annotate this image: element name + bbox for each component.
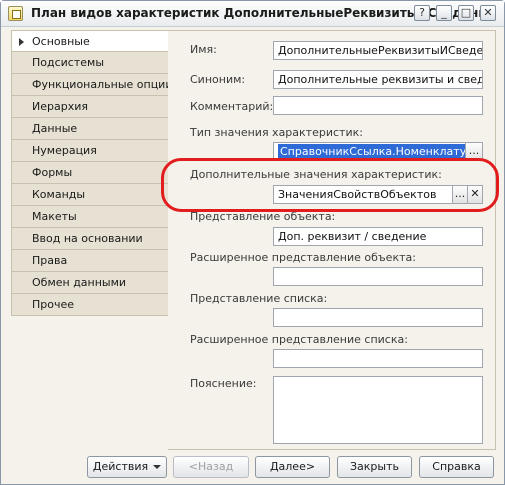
value-type-value: СправочникСсылка.Номенклатура, П <box>278 144 465 159</box>
extended-list-presentation-field[interactable] <box>273 349 483 368</box>
tab-other[interactable]: Прочее <box>11 294 169 316</box>
tab-list: Основные Подсистемы Функциональные опции… <box>11 30 173 316</box>
tab-rights[interactable]: Права <box>11 250 169 272</box>
actions-button-label: Действия <box>92 460 149 473</box>
title-bar: План видов характеристик ДополнительныеР… <box>1 1 504 27</box>
tab-label: Формы <box>32 166 73 179</box>
tab-templates[interactable]: Макеты <box>11 206 169 228</box>
next-button[interactable]: Далее> <box>255 456 330 478</box>
object-presentation-label: Представление объекта: <box>190 210 336 223</box>
current-tab-arrow-icon <box>19 38 24 46</box>
name-label: Имя: <box>190 43 217 56</box>
back-button[interactable]: <Назад <box>173 456 249 478</box>
value-type-label: Тип значения характеристик: <box>190 126 363 139</box>
tab-label: Нумерация <box>32 144 97 157</box>
maximize-button[interactable]: □ <box>458 5 474 21</box>
red-highlight-ring <box>161 158 499 212</box>
minimize-button[interactable]: _ <box>436 5 452 21</box>
tab-label: Иерархия <box>32 100 88 113</box>
metadata-window: План видов характеристик ДополнительныеР… <box>0 0 505 485</box>
list-presentation-label: Представление списка: <box>190 292 328 305</box>
tab-label: Ввод на основании <box>32 232 143 245</box>
window-icon <box>8 6 23 21</box>
tab-label: Права <box>32 254 68 267</box>
tab-main[interactable]: Основные <box>11 30 171 52</box>
tab-label: Функциональные опции <box>32 78 173 91</box>
tab-numbering[interactable]: Нумерация <box>11 140 169 162</box>
explanation-label: Пояснение: <box>190 377 257 390</box>
help-window-button[interactable]: ? <box>414 5 430 21</box>
tab-hierarchy[interactable]: Иерархия <box>11 96 169 118</box>
tab-input-by-basis[interactable]: Ввод на основании <box>11 228 169 250</box>
actions-button[interactable]: Действия <box>87 456 167 478</box>
tab-label: Прочее <box>32 298 75 311</box>
synonym-field[interactable]: Дополнительные реквизиты и сведения <box>273 70 483 89</box>
tab-subsystems[interactable]: Подсистемы <box>11 52 169 74</box>
tab-data[interactable]: Данные <box>11 118 169 140</box>
tab-commands[interactable]: Команды <box>11 184 169 206</box>
name-field[interactable]: ДополнительныеРеквизитыИСведения <box>273 41 483 60</box>
synonym-label: Синоним: <box>190 73 246 86</box>
tab-forms[interactable]: Формы <box>11 162 169 184</box>
tab-label: Подсистемы <box>32 56 105 69</box>
comment-field[interactable] <box>273 96 483 115</box>
help-button[interactable]: Справка <box>419 456 494 478</box>
tab-functional-options[interactable]: Функциональные опции <box>11 74 173 96</box>
explanation-textarea[interactable] <box>273 376 483 444</box>
tab-label: Данные <box>32 122 78 135</box>
tab-label: Основные <box>32 35 90 48</box>
close-window-button[interactable]: ✕ <box>480 5 496 21</box>
extended-object-presentation-field[interactable] <box>273 267 483 286</box>
comment-label: Комментарий: <box>190 100 274 113</box>
extended-object-presentation-label: Расширенное представление объекта: <box>190 251 416 264</box>
extended-list-presentation-label: Расширенное представление списка: <box>190 333 408 346</box>
object-presentation-field[interactable]: Доп. реквизит / сведение <box>273 227 483 246</box>
list-presentation-field[interactable] <box>273 308 483 327</box>
close-button[interactable]: Закрыть <box>337 456 412 478</box>
tab-label: Обмен данными <box>32 276 127 289</box>
tab-label: Команды <box>32 188 86 201</box>
tab-label: Макеты <box>32 210 77 223</box>
tab-data-exchange[interactable]: Обмен данными <box>11 272 169 294</box>
chevron-down-icon <box>153 465 162 469</box>
